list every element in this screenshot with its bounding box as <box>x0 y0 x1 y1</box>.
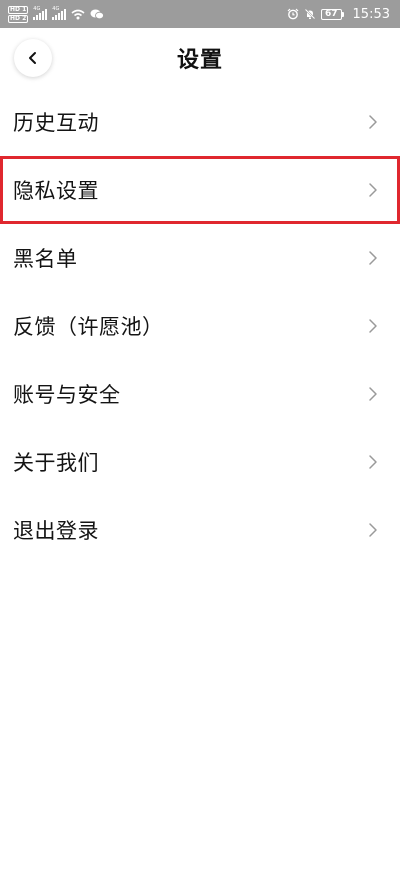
status-bar-right: 67 15:53 <box>287 7 390 22</box>
menu-item-logout[interactable]: 退出登录 <box>0 496 400 564</box>
menu-item-label: 关于我们 <box>13 451 99 475</box>
back-button[interactable] <box>14 39 52 77</box>
menu-item-label: 隐私设置 <box>13 179 99 203</box>
menu-item-blacklist[interactable]: 黑名单 <box>0 224 400 292</box>
network-2-label: 4G <box>52 5 60 12</box>
header-bar: 设置 <box>0 28 400 88</box>
battery-level: 67 <box>321 8 342 20</box>
chevron-right-icon <box>369 251 377 265</box>
menu-item-label: 反馈（许愿池） <box>13 315 164 339</box>
menu-item-about-us[interactable]: 关于我们 <box>0 428 400 496</box>
status-bar-left: HD 1 HD 2 4G 4G <box>8 5 105 23</box>
chevron-right-icon <box>369 319 377 333</box>
signal-1-icon: 4G <box>33 5 48 20</box>
alarm-icon <box>287 8 299 20</box>
hd-indicators: HD 1 HD 2 <box>8 5 29 23</box>
menu-item-label: 历史互动 <box>13 111 99 135</box>
chevron-right-icon <box>369 183 377 197</box>
chevron-right-icon <box>369 115 377 129</box>
chevron-right-icon <box>369 455 377 469</box>
mute-bell-icon <box>304 8 316 20</box>
chevron-right-icon <box>369 523 377 537</box>
menu-item-label: 退出登录 <box>13 519 99 543</box>
network-1-label: 4G <box>33 5 41 12</box>
settings-menu: 历史互动 隐私设置 黑名单 反馈（许愿池） 账号与安全 关于我们 退出登录 <box>0 88 400 564</box>
menu-item-history-interaction[interactable]: 历史互动 <box>0 88 400 156</box>
menu-item-account-security[interactable]: 账号与安全 <box>0 360 400 428</box>
menu-item-feedback[interactable]: 反馈（许愿池） <box>0 292 400 360</box>
hd1-badge: HD 1 <box>8 5 29 14</box>
chevron-left-icon <box>29 52 36 64</box>
chevron-right-icon <box>369 387 377 401</box>
page-title: 设置 <box>176 48 223 73</box>
status-bar: HD 1 HD 2 4G 4G 67 15:53 <box>0 0 400 28</box>
chat-notification-icon <box>90 9 105 19</box>
hd2-badge: HD 2 <box>8 14 29 23</box>
status-time: 15:53 <box>352 6 390 22</box>
wifi-icon <box>71 9 85 19</box>
signal-2-icon: 4G <box>52 5 67 20</box>
battery-icon: 67 <box>321 8 344 20</box>
menu-item-label: 黑名单 <box>13 247 78 271</box>
menu-item-label: 账号与安全 <box>13 383 121 407</box>
menu-item-privacy-settings[interactable]: 隐私设置 <box>0 156 400 224</box>
